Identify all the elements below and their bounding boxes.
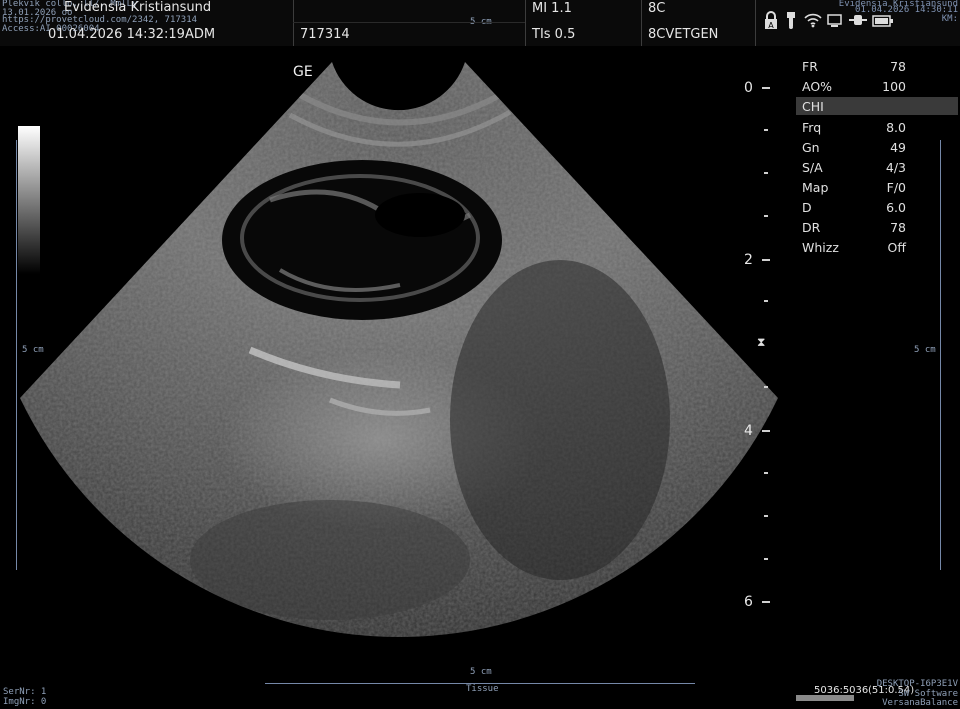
depth-minor-tick xyxy=(764,558,768,560)
depth-minor-tick xyxy=(764,215,768,217)
depth-tick xyxy=(762,87,770,89)
depth-minor-tick xyxy=(764,300,768,302)
frame-counter: 5036:5036 xyxy=(814,685,869,696)
imaging-mode-label: Tissue xyxy=(466,684,499,694)
depth-minor-tick xyxy=(764,386,768,388)
param-frq: Frq 8.0 xyxy=(802,120,906,135)
depth-minor-tick xyxy=(764,172,768,174)
depth-label-6: 6 xyxy=(744,594,753,610)
param-fr: FR 78 xyxy=(802,59,906,74)
depth-minor-tick xyxy=(764,129,768,131)
focus-marker-icon[interactable]: ⧗ xyxy=(757,335,765,350)
param-d: D 6.0 xyxy=(802,200,906,215)
param-dr: DR 78 xyxy=(802,220,906,235)
product-name: VersanaBalance xyxy=(882,698,958,708)
series-number: SerNr: 1 xyxy=(3,687,47,697)
param-chi[interactable]: CHI xyxy=(796,97,958,115)
image-number: ImgNr: 0 xyxy=(3,697,47,707)
desktop-name: DESKTOP-I6P3E1V xyxy=(876,679,958,689)
param-ao: AO% 100 xyxy=(802,79,906,94)
depth-tick xyxy=(762,430,770,432)
depth-label-2: 2 xyxy=(744,252,753,268)
depth-minor-tick xyxy=(764,515,768,517)
param-whizz: Whizz Off xyxy=(802,240,906,255)
left-scale-line xyxy=(16,140,17,570)
grayscale-bar xyxy=(18,126,40,274)
depth-tick xyxy=(762,601,770,603)
left-scale-label: 5 cm xyxy=(22,345,44,355)
param-map: Map F/0 xyxy=(802,180,906,195)
param-gn: Gn 49 xyxy=(802,140,906,155)
bottom-scale-label: 5 cm xyxy=(470,667,492,677)
depth-label-4: 4 xyxy=(744,423,753,439)
depth-tick xyxy=(762,259,770,261)
right-scale-label: 5 cm xyxy=(914,345,936,355)
depth-minor-tick xyxy=(764,472,768,474)
depth-label-0: 0 xyxy=(744,80,753,96)
param-sa: S/A 4/3 xyxy=(802,160,906,175)
brand-label: GE xyxy=(293,64,313,80)
